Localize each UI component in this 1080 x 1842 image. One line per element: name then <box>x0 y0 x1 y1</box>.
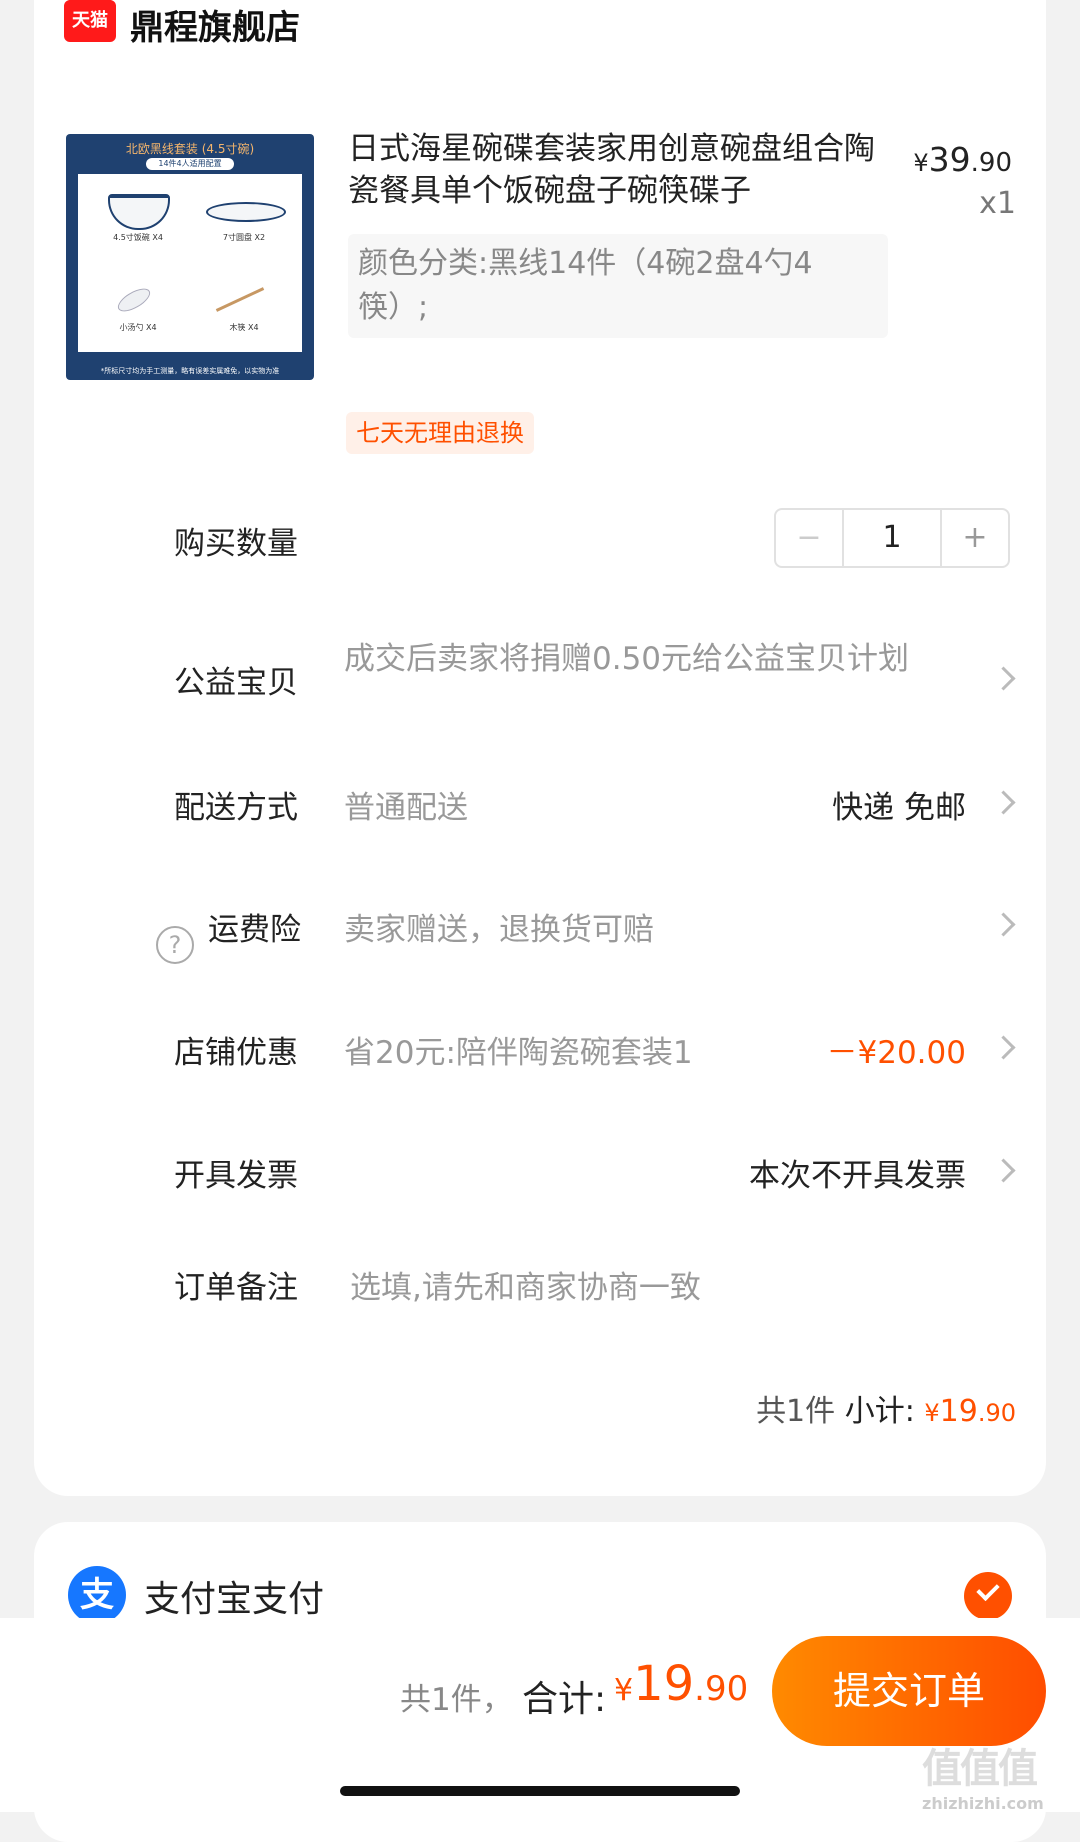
thumb-label-chopsticks: 木筷 X4 <box>229 323 259 332</box>
returns-badge: 七天无理由退换 <box>346 412 534 454</box>
total-int: 19 <box>633 1656 695 1712</box>
chevron-right-icon[interactable] <box>991 912 1016 937</box>
spoon-icon <box>114 284 154 316</box>
product-thumbnail[interactable]: 北欧黑线套装 (4.5寸碗) 14件4人适用配置 4.5寸饭碗 X4 7寸圆盘 … <box>66 134 314 380</box>
subtotal-count: 共1件 <box>756 1394 836 1429</box>
help-icon[interactable]: ? <box>156 926 194 964</box>
subtotal-label: 小计: <box>844 1394 915 1429</box>
subtotal: 共1件 小计: ¥19.90 <box>756 1386 1016 1430</box>
order-note-label: 订单备注 <box>174 1270 298 1306</box>
invoice-value[interactable]: 本次不开具发票 <box>749 1150 966 1195</box>
total-amount: ¥19.90 <box>614 1656 748 1712</box>
product-price: ¥39.90 <box>913 140 1012 179</box>
store-discount-label: 店铺优惠 <box>174 1035 298 1071</box>
thumb-heading-size: (4.5寸碗) <box>201 142 255 156</box>
thumb-label-bowl: 4.5寸饭碗 X4 <box>113 233 163 242</box>
bottom-bar: 共1件， 合计: ¥19.90 提交订单 值值值 zhizhizhi.com <box>0 1618 1080 1813</box>
chevron-right-icon[interactable] <box>991 1035 1016 1060</box>
watermark-url: zhizhizhi.com <box>922 1794 1044 1813</box>
price-currency: ¥ <box>913 149 929 177</box>
chopsticks-icon <box>215 287 265 312</box>
chevron-right-icon[interactable] <box>991 1158 1016 1183</box>
order-note-input[interactable]: 选填,请先和商家协商一致 <box>350 1262 701 1307</box>
check-icon[interactable] <box>964 1572 1012 1620</box>
store-discount-amount[interactable]: －¥20.00 <box>827 1027 966 1072</box>
delivery-value[interactable]: 普通配送 <box>344 782 468 827</box>
total-currency: ¥ <box>614 1673 634 1708</box>
total-count: 共1件， <box>400 1682 513 1718</box>
plate-icon <box>206 202 286 222</box>
bowl-icon <box>108 194 170 230</box>
submit-order-button[interactable]: 提交订单 <box>772 1636 1046 1746</box>
alipay-label[interactable]: 支付宝支付 <box>144 1570 324 1622</box>
delivery-right[interactable]: 快递 免邮 <box>832 782 966 827</box>
product-quantity: x1 <box>979 186 1016 221</box>
product-title[interactable]: 日式海星碗碟套装家用创意碗盘组合陶瓷餐具单个饭碗盘子碗筷碟子 <box>348 128 888 212</box>
product-variant[interactable]: 颜色分类:黑线14件（4碗2盘4勺4筷）; <box>348 234 888 338</box>
price-int: 39 <box>928 140 971 179</box>
store-name[interactable]: 鼎程旗舰店 <box>130 0 300 49</box>
order-card: 天猫 鼎程旗舰店 北欧黑线套装 (4.5寸碗) 14件4人适用配置 4.5寸饭碗… <box>34 0 1046 1496</box>
thumb-label-spoon: 小汤勺 X4 <box>119 323 157 332</box>
thumb-heading: 北欧黑线套装 (4.5寸碗) <box>66 140 314 157</box>
subtotal-int: 19 <box>939 1394 978 1429</box>
watermark-text: 值值值 <box>922 1746 1038 1792</box>
thumb-subheading: 14件4人适用配置 <box>146 158 234 170</box>
total-label: 合计: <box>522 1679 607 1720</box>
charity-label: 公益宝贝 <box>174 665 298 701</box>
price-dec: .90 <box>970 148 1012 178</box>
subtotal-dec: .90 <box>977 1399 1016 1427</box>
charity-value[interactable]: 成交后卖家将捐赠0.50元给公益宝贝计划 <box>344 636 944 682</box>
delivery-label: 配送方式 <box>174 790 298 826</box>
shipping-insurance-value[interactable]: 卖家赠送，退换货可赔 <box>344 904 654 949</box>
alipay-icon: 支 <box>68 1566 126 1624</box>
quantity-stepper[interactable]: − 1 + <box>774 508 1010 568</box>
decrease-button[interactable]: − <box>776 510 844 566</box>
chevron-right-icon[interactable] <box>991 790 1016 815</box>
watermark: 值值值 zhizhizhi.com <box>922 1736 1044 1813</box>
total-dec: .90 <box>694 1669 749 1709</box>
quantity-label: 购买数量 <box>174 526 298 562</box>
thumb-label-plate: 7寸圆盘 X2 <box>222 233 266 242</box>
thumb-heading-main: 北欧黑线套装 <box>125 142 198 156</box>
invoice-label: 开具发票 <box>174 1158 298 1194</box>
subtotal-currency: ¥ <box>924 1399 940 1427</box>
quantity-value[interactable]: 1 <box>842 510 942 566</box>
thumb-footnote: *所标尺寸均为手工测量，略有误差实属难免，以实物为准 <box>100 367 280 375</box>
shipping-insurance-label: 运费险 <box>208 912 301 948</box>
thumb-product-panel: 4.5寸饭碗 X4 7寸圆盘 X2 小汤勺 X4 木筷 X4 <box>78 174 302 352</box>
home-indicator[interactable] <box>340 1786 740 1796</box>
tmall-logo-icon: 天猫 <box>64 0 116 42</box>
chevron-right-icon[interactable] <box>991 666 1016 691</box>
store-discount-value[interactable]: 省20元:陪伴陶瓷碗套装1 <box>344 1027 693 1072</box>
subtotal-amount: ¥19.90 <box>924 1394 1016 1429</box>
increase-button[interactable]: + <box>940 510 1008 566</box>
